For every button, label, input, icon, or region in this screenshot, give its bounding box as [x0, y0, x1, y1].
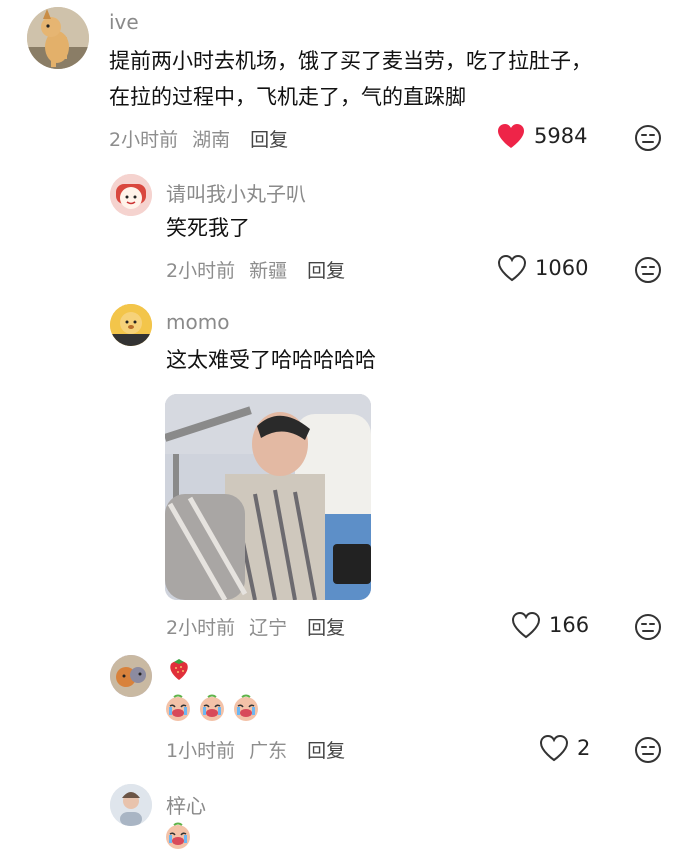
comment-3: momo 这太难受了哈哈哈哈哈 2小时前 辽宁 回复 166 — [0, 300, 690, 650]
like-button[interactable]: 2 — [539, 734, 590, 762]
strawberry-icon — [170, 659, 188, 680]
meh-face-icon — [635, 737, 661, 763]
comment-username[interactable]: ive — [109, 10, 139, 34]
person-photo-avatar-icon — [110, 784, 152, 826]
crying-face-sticker-icon — [234, 694, 258, 721]
avatar[interactable] — [110, 174, 152, 216]
comment-time: 2小时前 — [166, 260, 236, 282]
comment-text-line-1: 提前两小时去机场，饿了买了麦当劳，吃了拉肚子， — [109, 49, 592, 73]
comment-time: 2小时前 — [166, 617, 236, 639]
cartoon-lion-avatar-icon — [110, 304, 152, 346]
meh-face-icon — [635, 257, 661, 283]
comment-username[interactable]: momo — [166, 310, 229, 334]
like-count: 1060 — [535, 256, 589, 280]
sleeping-man-photo — [165, 394, 371, 600]
like-button[interactable]: 166 — [511, 611, 589, 639]
comment-username[interactable]: 梓心 — [166, 790, 206, 819]
comment-time: 1小时前 — [166, 740, 236, 762]
avatar[interactable] — [110, 304, 152, 346]
like-count: 5984 — [534, 124, 588, 148]
comment-time: 2小时前 — [109, 129, 179, 151]
cartoon-girl-avatar-icon — [110, 174, 152, 216]
comment-text-line-2: 在拉的过程中，飞机走了，气的直跺脚 — [109, 85, 466, 109]
comment-location: 广东 — [249, 740, 288, 762]
reply-button[interactable]: 回复 — [250, 125, 288, 152]
comment-2: 请叫我小丸子叭 笑死我了 2小时前 新疆 回复 1060 — [0, 170, 690, 300]
crying-face-sticker-icon — [200, 694, 224, 721]
reply-button[interactable]: 回复 — [307, 613, 345, 640]
comment-meta: 2小时前 新疆 回复 — [166, 256, 345, 283]
comment-username[interactable]: 请叫我小丸子叭 — [166, 178, 306, 207]
dislike-button[interactable] — [634, 256, 662, 288]
avatar[interactable] — [110, 655, 152, 697]
heart-outline-icon — [497, 254, 527, 282]
comment-meta: 1小时前 广东 回复 — [166, 736, 345, 763]
crying-sticker-row — [164, 694, 260, 722]
comment-location: 湖南 — [192, 129, 231, 151]
dislike-button[interactable] — [634, 613, 662, 645]
dog-avatar-icon — [27, 7, 89, 69]
crying-face-sticker-icon — [166, 822, 190, 849]
avatar[interactable] — [27, 7, 89, 69]
comment-text: 笑死我了 — [166, 216, 250, 240]
dislike-button[interactable] — [634, 736, 662, 768]
avatar[interactable] — [110, 784, 152, 826]
heart-outline-icon — [511, 611, 541, 639]
comment-text: 提前两小时去机场，饿了买了麦当劳，吃了拉肚子， 在拉的过程中，飞机走了，气的直跺… — [109, 43, 592, 115]
comment-image[interactable] — [165, 394, 371, 600]
strawberry-emoji — [166, 656, 192, 686]
comment-text: 这太难受了哈哈哈哈哈 — [166, 348, 376, 372]
meh-face-icon — [635, 125, 661, 151]
cartoon-fox-avatar-icon — [110, 655, 152, 697]
comment-location: 辽宁 — [249, 617, 288, 639]
crying-sticker — [164, 822, 192, 854]
heart-outline-icon — [539, 734, 569, 762]
comment-location: 新疆 — [249, 260, 288, 282]
meh-face-icon — [635, 614, 661, 640]
comment-meta: 2小时前 湖南 回复 — [109, 125, 288, 152]
comment-meta: 2小时前 辽宁 回复 — [166, 613, 345, 640]
like-count: 2 — [577, 736, 591, 760]
comment-4: 1小时前 广东 回复 2 — [0, 650, 690, 780]
comment-5: 梓心 — [0, 780, 690, 850]
reply-button[interactable]: 回复 — [307, 736, 345, 763]
comment-1: ive 提前两小时去机场，饿了买了麦当劳，吃了拉肚子， 在拉的过程中，飞机走了，… — [0, 0, 690, 170]
heart-filled-icon — [498, 124, 524, 148]
reply-button[interactable]: 回复 — [307, 256, 345, 283]
crying-face-sticker-icon — [166, 694, 190, 721]
like-button[interactable]: 5984 — [496, 122, 587, 150]
like-button[interactable]: 1060 — [497, 254, 588, 282]
dislike-button[interactable] — [634, 124, 662, 156]
like-count: 166 — [549, 613, 590, 637]
